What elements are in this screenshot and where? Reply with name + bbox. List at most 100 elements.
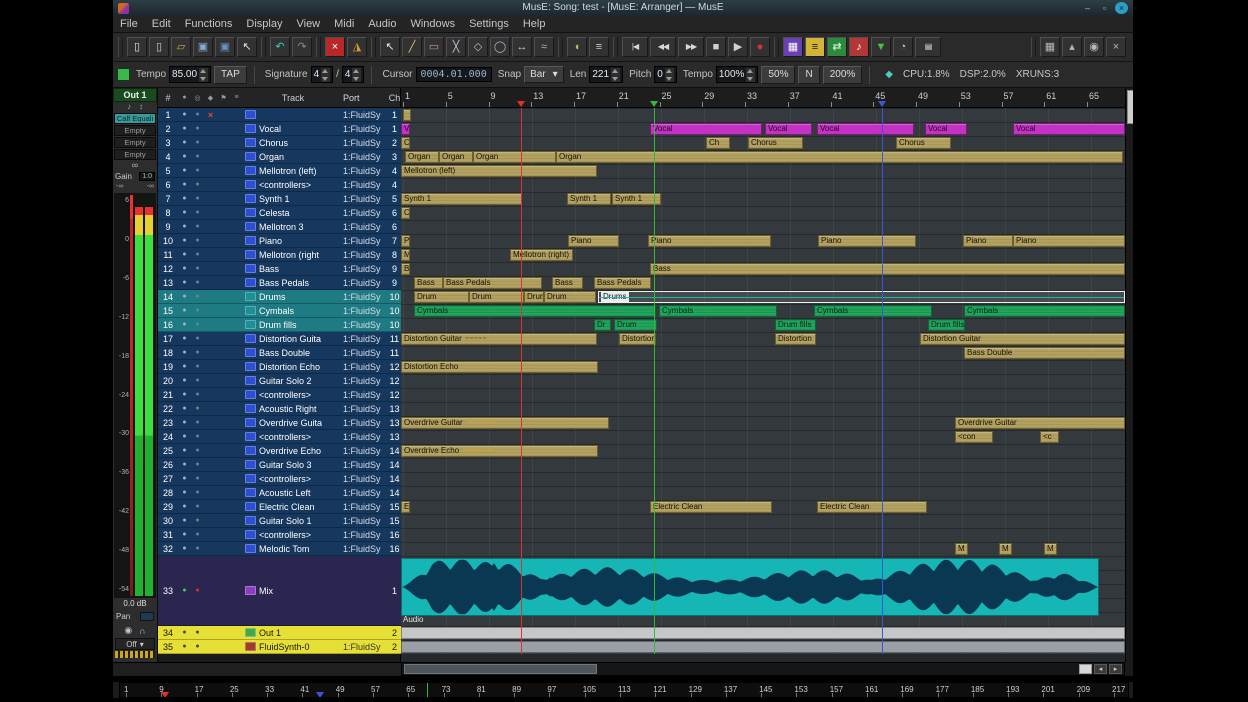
track-state-icon[interactable]: ●	[191, 251, 204, 258]
track-state-icon[interactable]: ●	[191, 377, 204, 384]
normal-zoom-button[interactable]: N	[798, 66, 819, 84]
track-state-icon[interactable]: ●	[191, 279, 204, 286]
track-channel[interactable]: 13	[388, 418, 401, 428]
automation-tool-button[interactable]: ≈	[534, 37, 554, 57]
horizontal-scrollbar-thumb[interactable]	[404, 664, 597, 674]
track-channel[interactable]: 5	[388, 194, 401, 204]
track-state-icon[interactable]: ●	[191, 419, 204, 426]
hscroll-page-button[interactable]	[1079, 664, 1092, 674]
record-arm-icon[interactable]: ●	[178, 307, 191, 314]
arranger-part[interactable]: <c	[1040, 431, 1059, 443]
arranger-part[interactable]: Dr	[594, 319, 611, 331]
signature-denominator-spinbox[interactable]: 4	[342, 66, 365, 83]
arranger-part[interactable]: Drum	[544, 291, 596, 303]
play-button[interactable]: ▶	[728, 37, 748, 57]
record-arm-icon[interactable]: ●	[178, 279, 191, 286]
track-port[interactable]: 1:FluidSy	[343, 250, 388, 260]
list-view-button[interactable]: ≡	[589, 37, 609, 57]
track-row[interactable]: 14●●Drums1:FluidSy10	[158, 290, 401, 304]
arranger-part[interactable]: Ba	[401, 263, 410, 275]
arranger-part[interactable]: Distortion Echo	[401, 361, 598, 373]
track-port[interactable]: 1:FluidSy	[343, 502, 388, 512]
arranger-part[interactable]: Electric Clean	[650, 501, 772, 513]
track-channel[interactable]: 14	[388, 488, 401, 498]
track-channel[interactable]: 8	[388, 250, 401, 260]
track-row[interactable]: 27●●<controllers>1:FluidSy14	[158, 472, 401, 486]
rewind-button[interactable]: ◀◀	[650, 37, 676, 57]
track-row[interactable]: 9●●Mellotron 31:FluidSy6	[158, 220, 401, 234]
track-port[interactable]: 1:FluidSy	[343, 390, 388, 400]
track-state-icon[interactable]: ●	[191, 447, 204, 454]
track-channel[interactable]: 10	[388, 292, 401, 302]
track-row[interactable]: 32●●Melodic Tom1:FluidSy16	[158, 542, 401, 556]
track-state-icon[interactable]: ●	[191, 111, 204, 118]
track-channel[interactable]: 15	[388, 516, 401, 526]
slide-tool-button[interactable]: ↔	[512, 37, 532, 57]
track-row[interactable]: 16●●Drum fills1:FluidSy10	[158, 318, 401, 332]
record-arm-icon[interactable]: ●	[178, 517, 191, 524]
track-state-icon[interactable]: ●	[191, 293, 204, 300]
spinner-arrows-icon[interactable]	[665, 68, 674, 82]
arranger-part[interactable]: Vocal	[817, 123, 914, 135]
track-state-icon[interactable]: ●	[191, 125, 204, 132]
arranger-part[interactable]: Vocal	[765, 123, 812, 135]
track-row[interactable]: 29●●Electric Clean1:FluidSy15	[158, 500, 401, 514]
track-port[interactable]: 1:FluidSy	[343, 418, 388, 428]
track-channel[interactable]: 2	[388, 628, 401, 638]
ruler-marker-icon[interactable]	[650, 101, 658, 107]
hscroll-left-button[interactable]: ◂	[1094, 664, 1107, 674]
track-port[interactable]: 1:FluidSy	[343, 236, 388, 246]
track-state-icon[interactable]: ●	[191, 167, 204, 174]
record-arm-icon[interactable]: ●	[178, 419, 191, 426]
panic-button[interactable]: ×	[325, 37, 345, 57]
record-arm-icon[interactable]: ●	[178, 391, 191, 398]
track-port[interactable]: 1:FluidSy	[343, 166, 388, 176]
zoom-half-button[interactable]: 50%	[761, 66, 795, 84]
arranger-part[interactable]: Vo	[401, 123, 410, 135]
track-row[interactable]: 34●●Out 12	[158, 626, 401, 640]
toolbar-handle[interactable]	[371, 37, 376, 57]
record-arm-icon[interactable]: ●	[178, 265, 191, 272]
save-as-button[interactable]: ▣	[215, 37, 235, 57]
track-row[interactable]: 5●●Mellotron (left)1:FluidSy4	[158, 164, 401, 178]
menu-view[interactable]: View	[289, 16, 327, 32]
record-arm-icon[interactable]: ●	[178, 153, 191, 160]
whats-this-button[interactable]: ↖	[237, 37, 257, 57]
track-port[interactable]: 1:FluidSy	[343, 110, 388, 120]
record-arm-icon[interactable]: ●	[178, 349, 191, 356]
spinner-arrows-icon[interactable]	[611, 68, 620, 82]
track-channel[interactable]: 13	[388, 432, 401, 442]
track-row[interactable]: 18●●Bass Double1:FluidSy11	[158, 346, 401, 360]
track-port[interactable]: 1:FluidSy	[343, 460, 388, 470]
zoom-double-button[interactable]: 200%	[823, 66, 863, 84]
len-spinbox[interactable]: 221	[589, 66, 623, 83]
track-port[interactable]: 1:FluidSy	[343, 376, 388, 386]
track-port[interactable]: 1:FluidSy	[343, 544, 388, 554]
mute-icon[interactable]: ×	[204, 110, 217, 120]
arranger-part[interactable]: Distortion Guitar≈≈≈≈≈	[401, 333, 597, 345]
arranger-part[interactable]: Piano	[963, 235, 1013, 247]
track-row[interactable]: 23●●Overdrive Guita1:FluidSy13	[158, 416, 401, 430]
track-channel[interactable]: 14	[388, 446, 401, 456]
track-row[interactable]: 33●●Mix1	[158, 556, 401, 626]
track-channel[interactable]: 12	[388, 376, 401, 386]
new-from-template-button[interactable]: ▯	[149, 37, 169, 57]
track-port[interactable]: 1:FluidSy	[343, 432, 388, 442]
arranger-part[interactable]: M	[999, 543, 1012, 555]
menu-windows[interactable]: Windows	[403, 16, 462, 32]
track-row[interactable]: 26●●Guitar Solo 31:FluidSy14	[158, 458, 401, 472]
record-arm-icon[interactable]: ●	[178, 405, 191, 412]
track-row[interactable]: 28●●Acoustic Left1:FluidSy14	[158, 486, 401, 500]
titlebar[interactable]: MusE: Song: test - [MusE: Arranger] — Mu…	[113, 0, 1133, 16]
track-channel[interactable]: 9	[388, 278, 401, 288]
record-arm-icon[interactable]: ●	[178, 489, 191, 496]
track-row[interactable]: 2●●Vocal1:FluidSy1	[158, 122, 401, 136]
record-button[interactable]: ●	[750, 37, 770, 57]
record-arm-icon[interactable]: ●	[178, 237, 191, 244]
redo-button[interactable]: ↷	[292, 37, 312, 57]
bar-ruler[interactable]: 1591317212529333741454953576165	[401, 88, 1125, 108]
tempo-spinbox[interactable]: 85.00	[169, 66, 211, 83]
drum-editor-button[interactable]: ⇄	[827, 37, 847, 57]
signature-numerator-spinbox[interactable]: 4	[311, 66, 334, 83]
track-channel[interactable]: 11	[388, 334, 401, 344]
